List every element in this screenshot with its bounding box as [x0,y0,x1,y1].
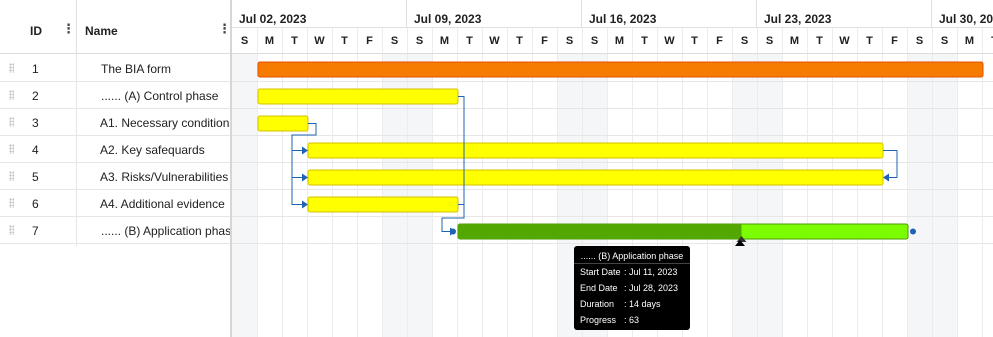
column-divider[interactable] [76,0,77,54]
task-name: A4. Additional evidence [100,197,225,211]
grid-row[interactable]: 3 A1. Necessary conditions [0,109,235,136]
task-id: 6 [32,197,39,211]
task-bar[interactable] [307,169,884,186]
drag-handle-icon[interactable] [9,198,14,208]
dependency-line [883,150,898,178]
name-column-menu-icon[interactable]: ⋮ [218,22,231,36]
task-bar[interactable] [307,196,459,213]
dependency-line [291,177,302,205]
column-header-id[interactable]: ID [30,24,42,38]
task-id: 3 [32,116,39,130]
grid-row[interactable]: 5 A3. Risks/Vulnerabilities [0,163,230,190]
tooltip-title: ...... (B) Application phase [580,251,684,261]
grid-row[interactable]: 2 ...... (A) Control phase [0,82,230,109]
drag-handle-icon[interactable] [9,117,14,127]
column-header-name[interactable]: Name [85,24,118,38]
connector-arrow-icon [302,200,308,209]
connector-arrow-icon [302,146,308,155]
tooltip-label: Progress [580,315,617,325]
tooltip-label: Start Date [580,267,621,277]
task-id: 5 [32,170,39,184]
drag-handle-icon[interactable] [9,90,14,100]
grid-row[interactable]: 4 A2. Key safequards [0,136,230,163]
grid-row[interactable]: 7 ...... (B) Application phase [0,217,238,244]
id-column-menu-icon[interactable]: ⋮ [62,22,75,36]
task-bar[interactable] [257,115,309,132]
tooltip-value: : Jul 28, 2023 [624,283,679,293]
grid-row[interactable]: 6 A4. Additional evidence [0,190,230,217]
task-bar[interactable] [257,88,459,105]
drag-handle-icon[interactable] [9,63,14,73]
task-bar[interactable] [307,142,884,159]
task-id: 2 [32,89,39,103]
task-name: ...... (B) Application phase [101,224,238,238]
dependency-line [291,150,302,178]
tooltip-value: : 63 [624,315,640,325]
connector-arrow-icon [883,173,889,182]
task-bar[interactable] [257,61,984,78]
task-progress-fill[interactable] [458,224,742,239]
tooltip-label: End Date [580,283,618,293]
task-name: The BIA form [101,62,172,76]
tooltip-label: Duration [580,299,615,309]
grid-header: ID ⋮ Name ⋮ [0,0,231,54]
task-id: 4 [32,143,39,157]
task-name: A2. Key safequards [100,143,205,157]
task-id: 7 [32,224,39,238]
task-id: 1 [32,62,39,76]
drag-handle-icon[interactable] [9,225,14,235]
task-name: A3. Risks/Vulnerabilities [100,170,229,184]
task-name: ...... (A) Control phase [101,89,219,103]
connector-arrow-icon [302,173,308,182]
task-name: A1. Necessary conditions [100,116,236,130]
grid-row[interactable]: 1 The BIA form [0,55,230,82]
drag-handle-icon[interactable] [9,171,14,181]
task-tooltip: ...... (B) Application phase Start Date … [574,240,745,330]
task-grid: ID ⋮ Name ⋮ 1 The BIA form 2 ...... (A) … [0,0,238,337]
drag-handle-icon[interactable] [9,144,14,154]
tooltip-value: : Jul 11, 2023 [624,267,678,277]
connector-point-icon[interactable] [910,228,916,235]
tooltip-value: : 14 days [624,299,661,309]
